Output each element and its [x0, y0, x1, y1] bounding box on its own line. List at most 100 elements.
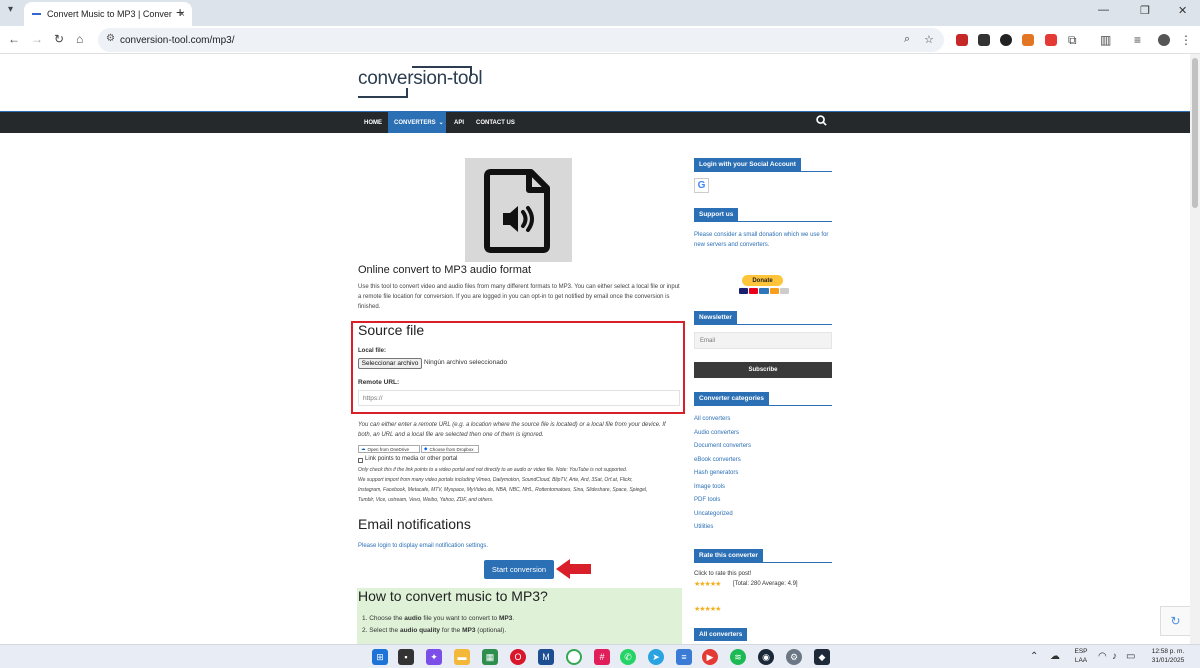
battery-icon[interactable]: ▭ — [1126, 651, 1135, 662]
newsletter-title: Newsletter — [694, 311, 737, 324]
wifi-icon[interactable]: ◠ — [1098, 651, 1107, 662]
new-tab-button[interactable]: + — [176, 4, 184, 20]
maximize-button[interactable]: ❐ — [1140, 4, 1150, 17]
choose-file-button[interactable]: Seleccionar archivo — [358, 358, 422, 369]
chevron-up-icon[interactable]: ⌃ — [1030, 651, 1038, 662]
logo-line — [406, 88, 408, 98]
category-link[interactable]: Image tools — [694, 482, 725, 492]
extension-icon[interactable] — [956, 34, 968, 46]
rating-stars[interactable]: ★★★★★ — [694, 580, 721, 588]
extensions-puzzle-icon[interactable]: ⧉ — [1068, 33, 1077, 48]
nav-converters[interactable]: CONVERTERS ⌄ — [388, 112, 446, 133]
intro-text: Use this tool to convert video and audio… — [358, 284, 680, 310]
site-logo[interactable]: conversion-tool — [358, 68, 483, 90]
address-bar[interactable]: ⚙ conversion-tool.com/mp3/ ⌕ ☆ — [98, 28, 944, 52]
volume-icon[interactable]: ♪ — [1112, 651, 1117, 662]
category-link[interactable]: Uncategorized — [694, 509, 733, 519]
portal-checkbox[interactable] — [358, 458, 363, 463]
start-conversion-button[interactable]: Start conversion — [484, 560, 554, 579]
spotify-icon[interactable]: ≋ — [730, 649, 746, 665]
whatsapp-icon[interactable]: ✆ — [620, 649, 636, 665]
taskview-icon[interactable]: ▪ — [398, 649, 414, 665]
category-link[interactable]: All converters — [694, 414, 730, 424]
chevron-down-icon: ⌄ — [438, 120, 444, 126]
google-login-button[interactable]: G — [694, 178, 709, 193]
site-info-icon[interactable]: ⚙ — [106, 33, 115, 44]
sidebar-divider — [694, 405, 832, 406]
category-link[interactable]: Audio converters — [694, 428, 739, 438]
extension-icon[interactable] — [978, 34, 990, 46]
page-scrollbar[interactable] — [1190, 54, 1200, 644]
slack-icon[interactable]: # — [594, 649, 610, 665]
category-link[interactable]: Document converters — [694, 441, 751, 451]
keyboard-layout: LAA — [1074, 657, 1088, 664]
opera-icon[interactable]: O — [510, 649, 526, 665]
extension-icon[interactable] — [1000, 34, 1012, 46]
newsletter-email-input[interactable]: Email — [694, 332, 832, 349]
file-explorer-icon[interactable]: ▬ — [454, 649, 470, 665]
cloud-icon[interactable]: ☁ — [1050, 651, 1060, 662]
reload-icon[interactable]: ↻ — [54, 32, 64, 46]
extension-icon[interactable] — [1045, 34, 1057, 46]
steam-icon[interactable]: ◉ — [758, 649, 774, 665]
recaptcha-badge[interactable]: ↻ — [1160, 606, 1190, 636]
category-link[interactable]: eBook converters — [694, 455, 741, 465]
scrollbar-thumb[interactable] — [1192, 58, 1198, 208]
notepad-icon[interactable]: ≡ — [676, 649, 692, 665]
category-link[interactable]: Utilities — [694, 522, 713, 532]
payment-cards — [739, 288, 790, 294]
category-link[interactable]: Hash generators — [694, 468, 738, 478]
app-icon[interactable]: ◆ — [814, 649, 830, 665]
app-icon[interactable]: ▦ — [482, 649, 498, 665]
web-page: conversion-tool HOME CONVERTERS ⌄ API CON… — [0, 54, 1190, 644]
language-indicator[interactable]: ESP LAA — [1070, 647, 1092, 665]
onedrive-button[interactable]: ☁ Open from OneDrive — [358, 445, 420, 453]
bookmark-star-icon[interactable]: ☆ — [924, 33, 934, 46]
media-control-icon[interactable]: ≡ — [1134, 33, 1141, 47]
remote-url-input[interactable]: https:// — [358, 390, 680, 406]
media-player-icon[interactable]: ▶ — [702, 649, 718, 665]
nav-contact[interactable]: CONTACT US — [470, 112, 521, 133]
minimize-button[interactable]: — — [1098, 4, 1109, 16]
audio-file-image — [465, 158, 572, 262]
chrome-icon[interactable] — [566, 649, 582, 665]
support-text[interactable]: Please consider a small donation which w… — [694, 230, 828, 240]
side-panel-icon[interactable]: ▥ — [1100, 33, 1111, 47]
onedrive-label: Open from OneDrive — [367, 446, 410, 452]
support-title: Support us — [694, 208, 739, 221]
local-file-label: Local file: — [358, 348, 387, 354]
metamask-icon[interactable] — [1022, 34, 1034, 46]
app-icon[interactable]: M — [538, 649, 554, 665]
no-file-text: Ningún archivo seleccionado — [424, 359, 508, 366]
login-notice-link[interactable]: Please login to display email notificati… — [358, 543, 488, 549]
copilot-icon[interactable]: ✦ — [426, 649, 442, 665]
settings-gear-icon[interactable]: ⚙ — [786, 649, 802, 665]
rating-stars-secondary: ★★★★★ — [694, 606, 721, 613]
search-icon[interactable] — [816, 115, 827, 129]
nav-home[interactable]: HOME — [358, 112, 388, 133]
categories-title: Converter categories — [694, 392, 770, 405]
clock[interactable]: 12:58 p. m. 31/01/2025 — [1144, 647, 1192, 665]
forward-icon[interactable]: → — [31, 32, 43, 46]
tab-list-icon[interactable]: ▾ — [8, 4, 13, 15]
browser-tab[interactable]: Convert Music to MP3 | Conver × — [24, 2, 192, 26]
subscribe-button[interactable]: Subscribe — [694, 362, 832, 378]
remote-url-label: Remote URL: — [358, 379, 400, 386]
category-link[interactable]: PDF tools — [694, 495, 720, 505]
home-icon[interactable]: ⌂ — [76, 32, 83, 46]
telegram-icon[interactable]: ➤ — [648, 649, 664, 665]
start-menu-icon[interactable]: ⊞ — [372, 649, 388, 665]
browser-tabstrip: ▾ Convert Music to MP3 | Conver × + — ❐ … — [0, 0, 1200, 26]
back-icon[interactable]: ← — [8, 32, 20, 46]
portal-note: Only check this if the link points to a … — [358, 467, 628, 473]
nav-api[interactable]: API — [448, 112, 470, 133]
donate-button[interactable]: Donate — [742, 275, 783, 286]
support-text[interactable]: new servers and converters. — [694, 240, 769, 250]
browser-menu-icon[interactable]: ⋮ — [1180, 33, 1192, 47]
close-window-button[interactable]: ✕ — [1178, 4, 1187, 17]
profile-avatar[interactable] — [1158, 34, 1170, 46]
sidebar-divider — [694, 171, 832, 172]
rate-prompt: Click to rate this post! — [694, 571, 752, 577]
dropbox-button[interactable]: ◆ Choose from Dropbox — [421, 445, 479, 453]
zoom-icon[interactable]: ⌕ — [904, 33, 910, 46]
